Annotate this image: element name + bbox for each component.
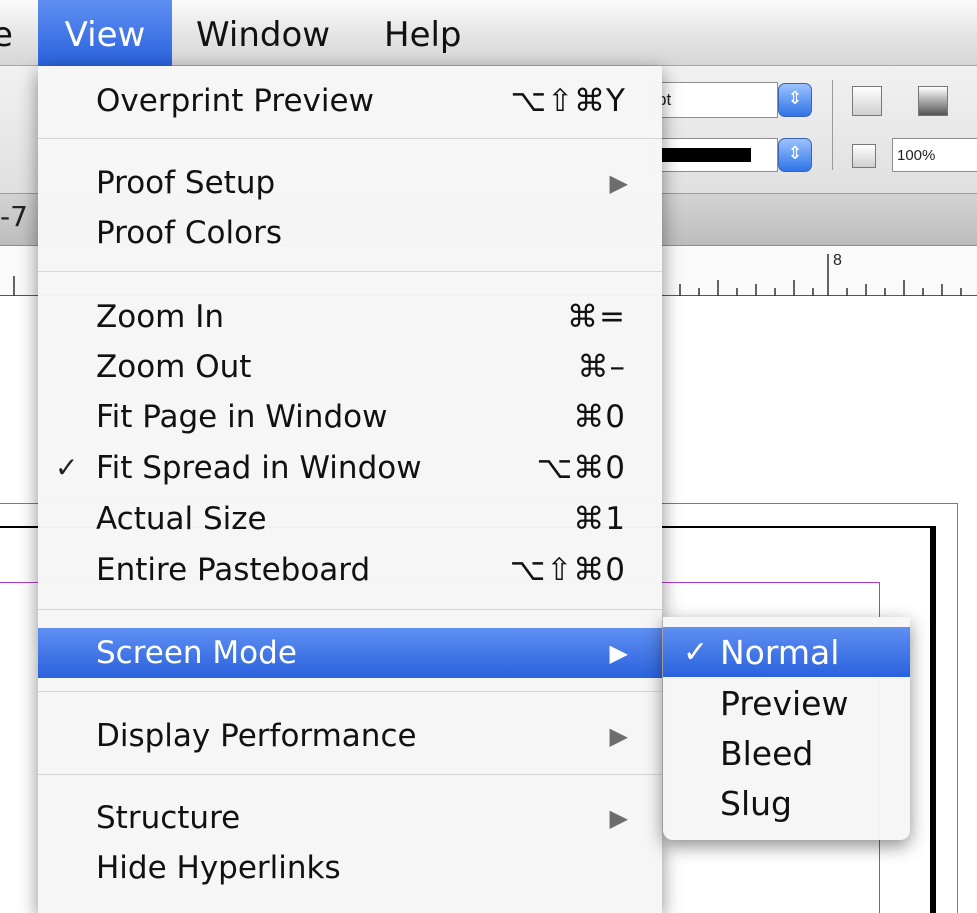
bleed-guide-right <box>957 503 958 913</box>
menu-item-structure[interactable]: Structure ▶ <box>38 793 662 843</box>
menu-item-label: Zoom Out <box>96 349 252 385</box>
menu-item-actual-size[interactable]: Actual Size ⌘1 <box>38 494 662 544</box>
menu-item-screen-mode[interactable]: Screen Mode ▶ <box>38 628 662 678</box>
menu-item-label: Fit Spread in Window <box>96 450 422 486</box>
menubar-item-partial[interactable]: e <box>0 0 12 66</box>
menu-item-label: Entire Pasteboard <box>96 552 371 588</box>
menu-item-label: Actual Size <box>96 501 267 537</box>
document-tab-fragment[interactable]: -7 <box>0 200 28 233</box>
menubar-item-window[interactable]: Window <box>196 0 330 66</box>
menu-separator <box>38 271 662 272</box>
menu-item-label: Display Performance <box>96 718 417 754</box>
view-menu: Overprint Preview ⌥⇧⌘Y Proof Setup ▶ Pro… <box>38 66 662 913</box>
menu-item-hide-hyperlinks[interactable]: Hide Hyperlinks <box>38 843 662 893</box>
menu-separator <box>38 609 662 610</box>
screen-mode-submenu: ✓ Normal Preview Bleed Slug <box>663 617 910 840</box>
menu-item-label: Proof Setup <box>96 165 276 201</box>
stroke-weight-field[interactable]: pt <box>652 82 778 118</box>
submenu-item-preview[interactable]: Preview <box>663 678 910 728</box>
menu-item-shortcut: ⌥⌘0 <box>536 450 626 486</box>
menu-item-shortcut: ⌘0 <box>573 399 626 435</box>
opacity-value: 100% <box>897 147 936 164</box>
menu-item-label: Hide Hyperlinks <box>96 850 341 886</box>
toolbar-divider <box>832 80 833 170</box>
stroke-type-field[interactable] <box>652 138 778 172</box>
menu-item-zoom-in[interactable]: Zoom In ⌘= <box>38 292 662 342</box>
menu-item-shortcut: ⌘1 <box>573 501 626 537</box>
menu-item-overprint-preview[interactable]: Overprint Preview ⌥⇧⌘Y <box>38 76 662 126</box>
menu-item-label: Zoom In <box>96 299 225 335</box>
stroke-swatch <box>661 148 751 162</box>
menu-separator <box>38 774 662 775</box>
submenu-item-slug[interactable]: Slug <box>663 778 910 828</box>
submenu-item-label: Normal <box>720 633 840 672</box>
menu-item-label: Overprint Preview <box>96 83 374 119</box>
frame-fit-icon[interactable] <box>852 86 882 116</box>
checkmark-icon: ✓ <box>683 635 709 670</box>
opacity-icon <box>852 144 876 168</box>
menu-item-shortcut: ⌘– <box>577 349 626 385</box>
menu-item-shortcut: ⌥⇧⌘0 <box>509 552 626 588</box>
menubar-item-help[interactable]: Help <box>384 0 462 66</box>
menu-item-label: Structure <box>96 800 241 836</box>
menubar: e View Window Help <box>0 0 977 66</box>
submenu-item-label: Preview <box>720 684 849 723</box>
menu-separator <box>38 691 662 692</box>
submenu-item-normal[interactable]: ✓ Normal <box>663 627 910 677</box>
submenu-arrow-icon: ▶ <box>609 722 628 750</box>
menu-item-label: Screen Mode <box>96 635 297 671</box>
page-edge-right <box>930 526 936 913</box>
stroke-weight-stepper[interactable]: ⇕ <box>778 83 812 117</box>
menu-item-proof-colors[interactable]: Proof Colors <box>38 208 662 258</box>
menu-item-label: Proof Colors <box>96 215 282 251</box>
ruler-tick-label: 8 <box>833 252 842 269</box>
menu-item-fit-spread[interactable]: ✓ Fit Spread in Window ⌥⌘0 <box>38 443 662 493</box>
menu-item-shortcut: ⌥⇧⌘Y <box>510 83 626 119</box>
menu-item-display-performance[interactable]: Display Performance ▶ <box>38 711 662 761</box>
submenu-arrow-icon: ▶ <box>609 169 628 197</box>
menu-item-proof-setup[interactable]: Proof Setup ▶ <box>38 158 662 208</box>
submenu-arrow-icon: ▶ <box>609 804 628 832</box>
menu-item-shortcut: ⌘= <box>567 299 626 335</box>
drop-shadow-icon[interactable] <box>918 86 948 116</box>
menu-item-zoom-out[interactable]: Zoom Out ⌘– <box>38 342 662 392</box>
menu-item-fit-page[interactable]: Fit Page in Window ⌘0 <box>38 392 662 442</box>
submenu-arrow-icon: ▶ <box>609 639 628 667</box>
menu-item-label: Fit Page in Window <box>96 399 388 435</box>
checkmark-icon: ✓ <box>55 451 79 484</box>
menu-separator <box>38 138 662 139</box>
opacity-field[interactable]: 100% <box>892 138 977 172</box>
submenu-item-bleed[interactable]: Bleed <box>663 728 910 778</box>
menubar-item-view[interactable]: View <box>38 0 172 66</box>
stroke-type-stepper[interactable]: ⇕ <box>778 138 812 172</box>
submenu-item-label: Bleed <box>720 734 814 773</box>
submenu-item-label: Slug <box>720 784 792 823</box>
menu-item-entire-pasteboard[interactable]: Entire Pasteboard ⌥⇧⌘0 <box>38 545 662 595</box>
